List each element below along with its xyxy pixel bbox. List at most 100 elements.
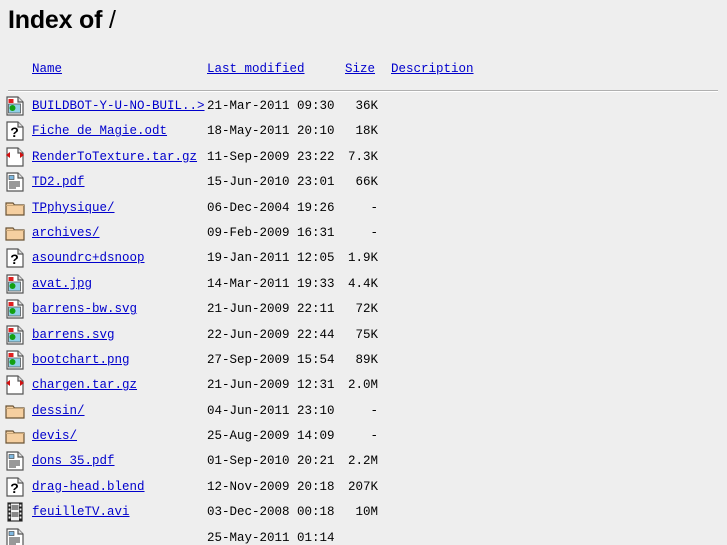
listing-row: feuilleTV.avi 03-Dec-2008 00:18 10M (0, 501, 727, 526)
page-title-path: / (109, 6, 116, 34)
file-name-link[interactable]: barrens.svg (32, 328, 115, 342)
image-file-icon (5, 299, 25, 319)
document-file-icon (5, 528, 25, 545)
file-last-modified: 22-Jun-2009 22:44 (207, 327, 335, 342)
compressed-file-icon (5, 375, 25, 395)
unknown-file-icon: ? (5, 121, 25, 141)
listing-row: barrens-bw.svg 21-Jun-2009 22:11 72K (0, 298, 727, 323)
listing-row: TD2.pdf 15-Jun-2010 23:01 66K (0, 171, 727, 196)
file-size: 2.2M (347, 454, 378, 469)
document-file-icon (5, 172, 25, 192)
image-file-icon (5, 350, 25, 370)
file-size: - (370, 403, 378, 418)
listing-row: barrens.svg 22-Jun-2009 22:44 75K (0, 324, 727, 349)
svg-text:?: ? (10, 480, 19, 496)
folder-icon (5, 223, 25, 243)
listing-row: dons 35.pdf 01-Sep-2010 20:21 2.2M (0, 450, 727, 475)
image-file-icon (5, 274, 25, 294)
file-name-link[interactable]: chargen.tar.gz (32, 378, 137, 392)
listing-row: RenderToTexture.tar.gz 11-Sep-2009 23:22 7… (0, 146, 727, 171)
file-size: 207K (347, 479, 378, 494)
listing-row: devis/25-Aug-2009 14:09 - (0, 425, 727, 450)
listing-row: avat.jpg 14-Mar-2011 19:33 4.4K (0, 273, 727, 298)
file-last-modified: 25-May-2011 01:14 (207, 530, 335, 545)
file-last-modified: 04-Jun-2011 23:10 (207, 403, 335, 418)
column-header-name[interactable]: Name (32, 62, 62, 76)
file-size: 75K (355, 327, 378, 342)
listing-row: bootchart.png 27-Sep-2009 15:54 89K (0, 349, 727, 374)
listing-row: dessin/04-Jun-2011 23:10 - (0, 400, 727, 425)
file-size: 18K (355, 124, 378, 139)
listing-row: archives/09-Feb-2009 16:31 - (0, 222, 727, 247)
file-size: 36K (355, 99, 378, 113)
file-name-link[interactable]: asoundrc+dsnoop (32, 251, 145, 265)
file-last-modified: 21-Jun-2009 22:11 (207, 302, 335, 317)
listing-row: TPphysique/06-Dec-2004 19:26 - (0, 197, 727, 222)
listing-row: 25-May-2011 01:14 (0, 527, 727, 545)
file-name-link[interactable]: RenderToTexture.tar.gz (32, 150, 197, 164)
listing-row: ? Fiche de Magie.odt 18-May-2011 20:10 18K (0, 120, 727, 145)
listing-rows: BUILDBOT-Y-U-NO-BUIL..> 21-Mar-2011 09:30… (0, 95, 727, 545)
file-last-modified: 11-Sep-2009 23:22 (207, 149, 335, 164)
page-title: Index of / (8, 6, 116, 35)
file-last-modified: 21-Jun-2009 12:31 (207, 378, 335, 393)
file-size: - (370, 429, 378, 444)
file-name-link[interactable]: TD2.pdf (32, 175, 85, 189)
folder-icon (5, 198, 25, 218)
file-last-modified: 19-Jan-2011 12:05 (207, 251, 335, 266)
listing-row: ? asoundrc+dsnoop 19-Jan-2011 12:05 1.9K (0, 247, 727, 272)
file-listing: Name Last modified Size Description BUIL… (0, 62, 727, 545)
file-size: 1.9K (347, 251, 378, 266)
file-size: 10M (355, 505, 378, 520)
file-last-modified: 14-Mar-2011 19:33 (207, 276, 335, 291)
header-divider (8, 90, 718, 93)
column-header-last-modified[interactable]: Last modified (207, 62, 305, 76)
file-name-link[interactable]: dons 35.pdf (32, 454, 115, 468)
file-last-modified: 21-Mar-2011 09:30 (207, 99, 335, 113)
file-last-modified: 27-Sep-2009 15:54 (207, 352, 335, 367)
listing-row: BUILDBOT-Y-U-NO-BUIL..> 21-Mar-2011 09:30… (0, 95, 727, 120)
file-size: 4.4K (347, 276, 378, 291)
file-size: 7.3K (347, 149, 378, 164)
file-name-link[interactable]: BUILDBOT-Y-U-NO-BUIL..> (32, 99, 205, 113)
file-name-link[interactable]: archives/ (32, 226, 100, 240)
file-last-modified: 09-Feb-2009 16:31 (207, 225, 335, 240)
file-last-modified: 15-Jun-2010 23:01 (207, 175, 335, 190)
unknown-file-icon: ? (5, 477, 25, 497)
svg-text:?: ? (10, 251, 19, 267)
file-name-link[interactable]: devis/ (32, 429, 77, 443)
file-name-link[interactable]: bootchart.png (32, 353, 130, 367)
file-name-link[interactable]: TPphysique/ (32, 201, 115, 215)
page-title-main: Index of (8, 6, 103, 34)
column-header-size[interactable]: Size (345, 62, 375, 76)
file-size: 2.0M (347, 378, 378, 393)
image-file-icon (5, 96, 25, 116)
file-name-link[interactable]: avat.jpg (32, 277, 92, 291)
column-header-description[interactable]: Description (391, 62, 474, 76)
file-name-link[interactable]: Fiche de Magie.odt (32, 124, 167, 138)
file-last-modified: 06-Dec-2004 19:26 (207, 200, 335, 215)
directory-listing-page: Index of / Name Last modified Size Descr… (0, 0, 727, 545)
file-name-link[interactable]: dessin/ (32, 404, 85, 418)
file-last-modified: 03-Dec-2008 00:18 (207, 505, 335, 520)
file-name-link[interactable]: feuilleTV.avi (32, 505, 130, 519)
video-file-icon (5, 502, 25, 522)
listing-header-row: Name Last modified Size Description (0, 62, 727, 93)
compressed-file-icon (5, 147, 25, 167)
file-last-modified: 12-Nov-2009 20:18 (207, 479, 335, 494)
folder-icon (5, 426, 25, 446)
file-size: 89K (355, 352, 378, 367)
file-name-link[interactable]: drag-head.blend (32, 480, 145, 494)
file-last-modified: 01-Sep-2010 20:21 (207, 454, 335, 469)
file-size: - (370, 200, 378, 215)
document-file-icon (5, 451, 25, 472)
file-size: 72K (355, 302, 378, 317)
svg-text:?: ? (10, 124, 19, 140)
folder-icon (5, 401, 25, 421)
image-file-icon (5, 324, 25, 345)
unknown-file-icon: ? (5, 248, 25, 268)
listing-row: ? drag-head.blend 12-Nov-2009 20:18 207K (0, 476, 727, 501)
file-name-link[interactable]: barrens-bw.svg (32, 302, 137, 316)
file-size: 66K (355, 175, 378, 190)
listing-row: chargen.tar.gz 21-Jun-2009 12:31 2.0M (0, 374, 727, 399)
